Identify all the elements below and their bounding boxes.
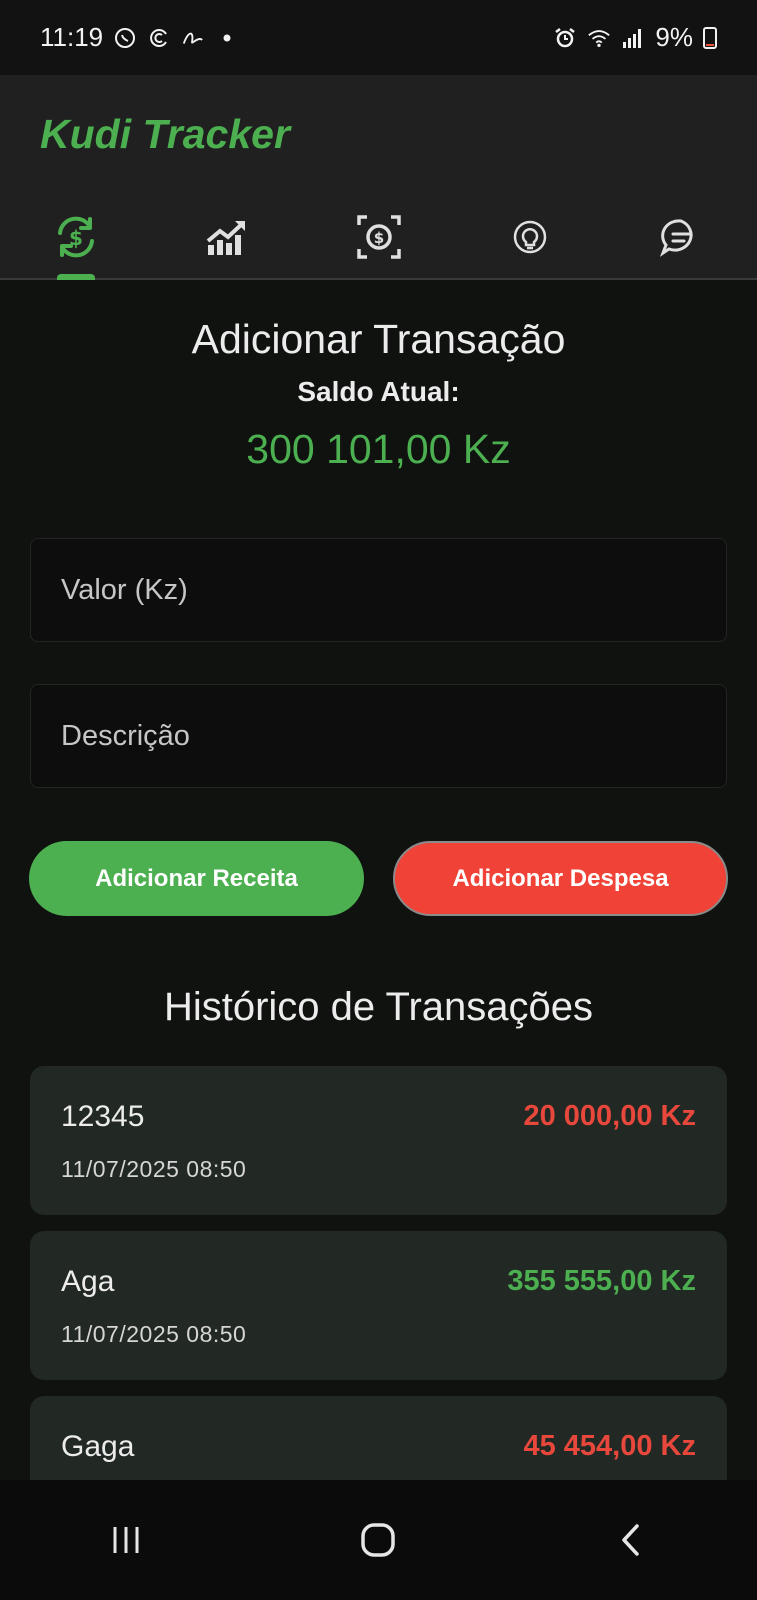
history-title: Histórico de Transações [163,985,594,1029]
chat-icon [660,219,693,257]
balance-label: Saldo Atual: [297,376,460,407]
transaction-card[interactable]: 12345 11/07/2025 08:50 20 000,00 Kz [30,1066,727,1215]
add-transaction-title: Adicionar Transação [191,316,566,362]
tab-reports[interactable] [151,205,302,280]
transaction-amount: 355 555,00 Kz [507,1265,696,1297]
description-field[interactable] [30,684,727,788]
svg-text:$: $ [373,229,383,247]
main-content: Adicionar Transação Saldo Atual: 300 101… [0,280,757,1480]
transaction-description: Gaga [61,1430,135,1463]
status-bar-left: 11:19 [40,22,239,53]
back-icon [622,1524,639,1556]
amount-field[interactable] [30,538,727,642]
lightbulb-icon [513,220,547,254]
tab-transactions[interactable]: $ [0,205,151,280]
app-bar: Kudi Tracker $ $ [0,75,757,280]
transaction-amount: 45 454,00 Kz [523,1430,696,1462]
transaction-date: 11/07/2025 08:50 [61,1321,247,1347]
tab-chat[interactable] [606,205,757,280]
status-time: 11:19 [40,22,104,52]
tab-bar: $ $ [0,205,757,280]
status-bar-right: 9% [553,22,717,53]
sync-icon [147,26,171,50]
battery-level [706,43,714,46]
home-icon [361,1523,396,1557]
battery-icon [703,26,717,49]
app-title: Kudi Tracker [40,111,290,157]
balance-value: 300 101,00 Kz [246,426,511,472]
add-income-button[interactable]: Adicionar Receita [29,841,364,916]
recent-apps-button[interactable] [96,1510,156,1570]
amount-input[interactable] [31,539,726,641]
transaction-amount: 20 000,00 Kz [523,1100,696,1132]
status-bar: 11:19 9% [0,0,757,75]
svg-text:$: $ [69,226,83,250]
home-button[interactable] [348,1510,408,1570]
recent-apps-icon [113,1527,139,1553]
system-nav-bar [0,1480,757,1600]
dot-icon [215,26,239,50]
whatsapp-icon [113,26,137,50]
back-button[interactable] [601,1510,661,1570]
add-expense-button[interactable]: Adicionar Despesa [393,841,728,916]
currency-exchange-icon: $ [57,216,94,258]
transaction-description: Aga [61,1265,115,1298]
transaction-card[interactable]: Aga 11/07/2025 08:50 355 555,00 Kz [30,1231,727,1380]
money-scan-icon: $ [356,215,401,259]
transaction-date: 11/07/2025 08:50 [61,1156,247,1182]
wifi-icon [587,26,611,50]
transaction-card[interactable]: Gaga 45 454,00 Kz [30,1396,727,1480]
signature-icon [181,26,205,50]
tab-tips[interactable] [454,205,605,280]
tab-budget[interactable]: $ [303,205,454,280]
trending-chart-icon [206,221,246,255]
signal-icon [621,26,645,50]
transaction-description: 12345 [61,1100,145,1133]
transaction-list: 12345 11/07/2025 08:50 20 000,00 Kz Aga … [30,1066,727,1480]
alarm-icon [553,26,577,50]
battery-percent: 9% [655,22,693,52]
description-input[interactable] [31,685,726,787]
